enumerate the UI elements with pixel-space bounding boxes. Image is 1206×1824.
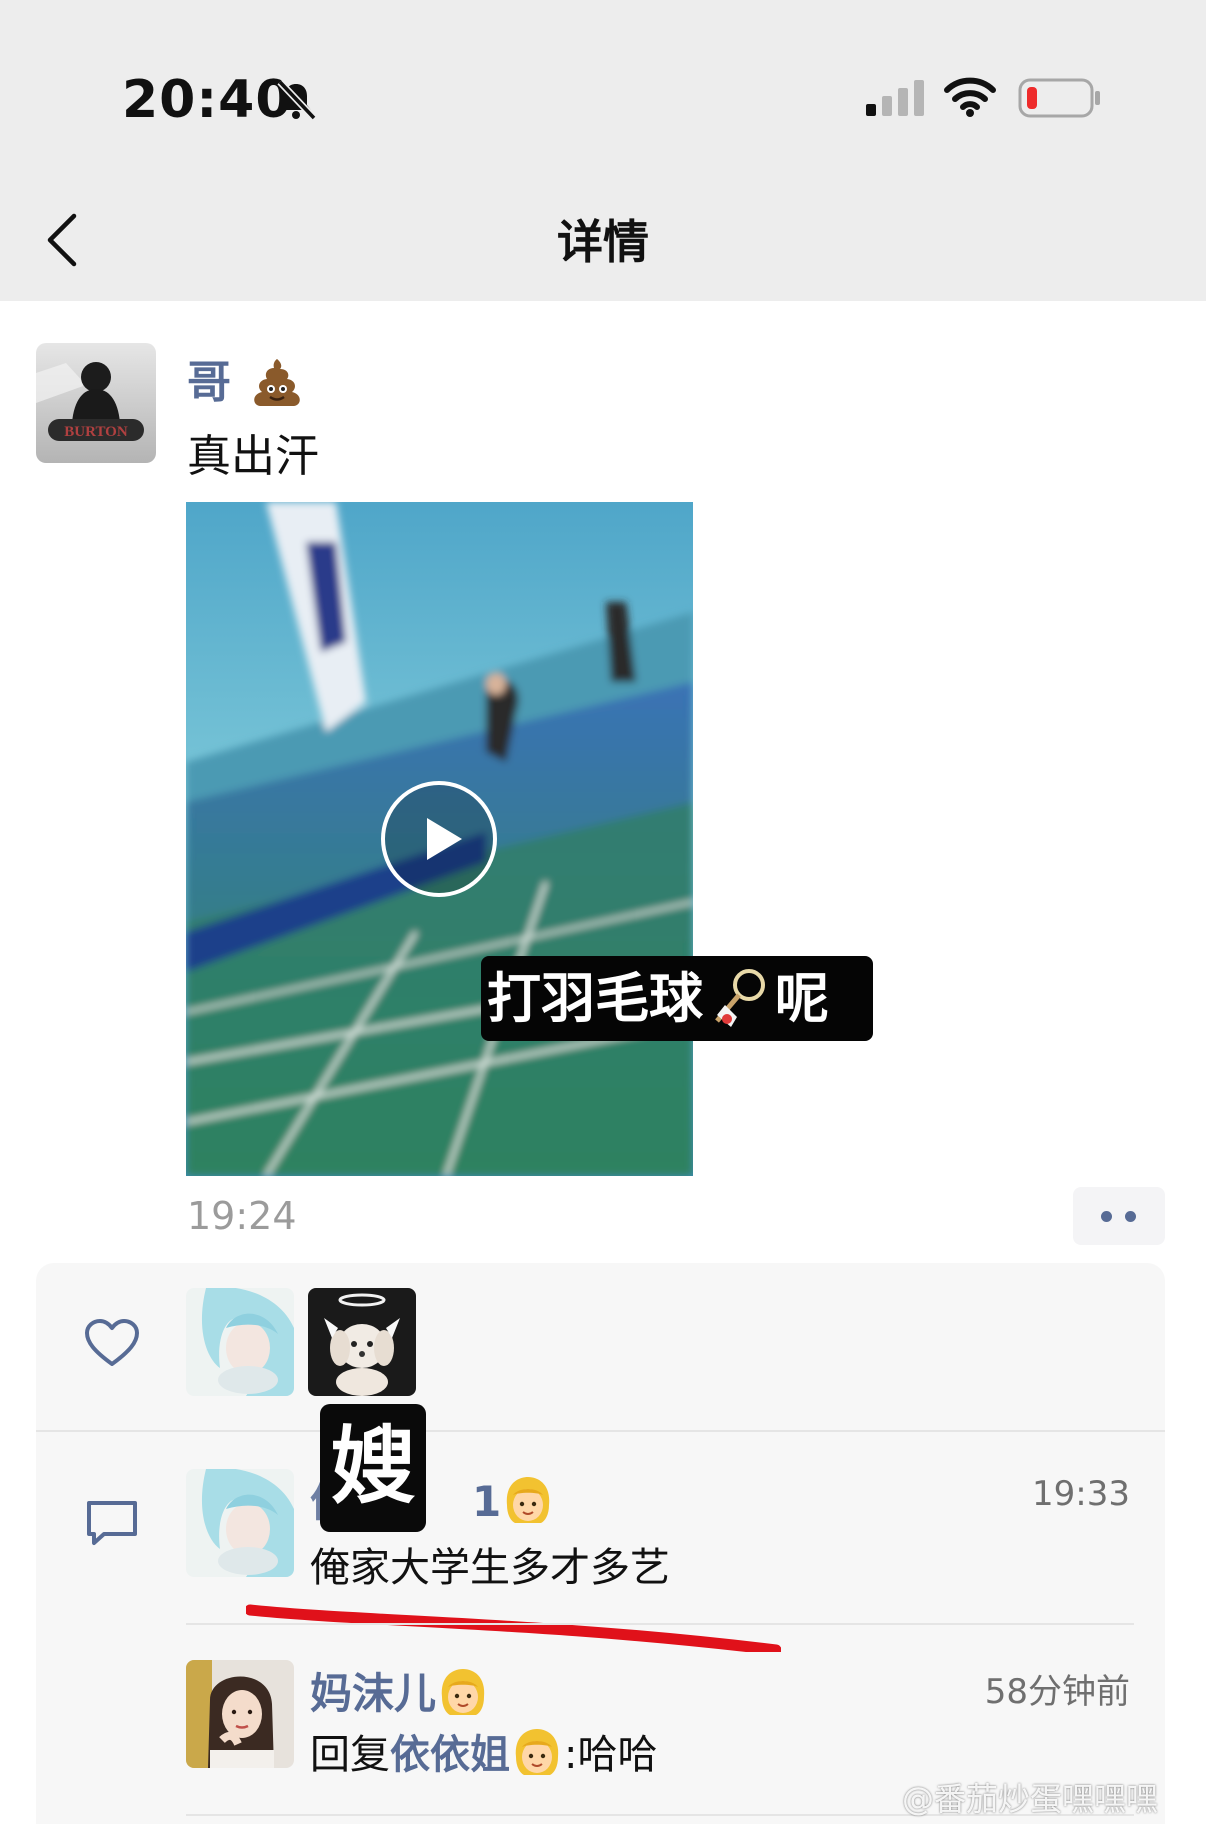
comment-text: 俺家大学生多才多艺 [310, 1545, 670, 1591]
girl-emoji-icon [441, 1668, 485, 1715]
like-avatar-blue-hair[interactable] [186, 1288, 294, 1396]
post-text: 真出汗 [187, 431, 319, 482]
svg-text:BURTON: BURTON [64, 424, 128, 440]
girl-emoji-icon [515, 1729, 559, 1775]
comment-timestamp: 19:33 [1032, 1474, 1130, 1514]
page-title: 详情 [557, 215, 649, 269]
badminton-emoji-icon [715, 969, 765, 1028]
reply-prefix: 回复 [310, 1732, 390, 1778]
name-cover-sticker: 嫂 [320, 1404, 426, 1532]
video-caption-sticker: 打羽毛球 呢 [481, 956, 873, 1041]
poop-emoji-icon [254, 359, 301, 406]
play-button-icon[interactable] [380, 780, 498, 898]
comment-icon [87, 1501, 137, 1545]
comment-avatar[interactable] [186, 1469, 294, 1577]
caption-text: 打羽毛球 [487, 967, 703, 1030]
comment-divider [186, 1623, 1134, 1625]
more-dots-icon [1101, 1211, 1112, 1222]
post-author-avatar[interactable]: BURTON [36, 343, 156, 463]
author-name-text: 哥 [187, 357, 231, 408]
reply-text: 回复依依姐 :哈哈 [310, 1722, 657, 1781]
more-actions-button[interactable] [1073, 1187, 1165, 1245]
status-time: 20:40 [122, 70, 293, 130]
comment-timestamp: 58分钟前 [984, 1672, 1130, 1712]
wifi-icon [944, 77, 996, 117]
more-dot [1125, 1211, 1136, 1222]
battery-low-icon [1018, 78, 1100, 118]
post-author-name[interactable]: 哥 [187, 346, 304, 410]
reply-target-name[interactable]: 依依姐 [390, 1732, 510, 1778]
status-bar: 20:40 [0, 0, 1206, 170]
obscured-name-tail: 1 [472, 1477, 502, 1526]
cellular-signal-icon [866, 80, 924, 116]
heart-icon [85, 1319, 139, 1366]
reply-body: 哈哈 [577, 1732, 658, 1778]
comment-avatar[interactable] [186, 1660, 294, 1768]
red-underline-annotation [246, 1604, 781, 1652]
caption-suffix: 呢 [775, 967, 829, 1030]
comment-author-text: 妈沫儿 [310, 1669, 437, 1718]
nav-bar: 详情 [0, 170, 1206, 301]
reply-separator: : [564, 1732, 578, 1778]
girl-emoji-icon [507, 1476, 550, 1523]
likes-divider [36, 1430, 1165, 1432]
watermark: @番茄炒蛋嘿嘿嘿 [902, 1780, 1159, 1818]
post-timestamp: 19:24 [187, 1194, 297, 1238]
bell-slash-icon [277, 79, 317, 121]
comment-author-name[interactable]: 妈沫儿 [310, 1660, 490, 1721]
like-avatar-dog[interactable] [308, 1288, 416, 1396]
